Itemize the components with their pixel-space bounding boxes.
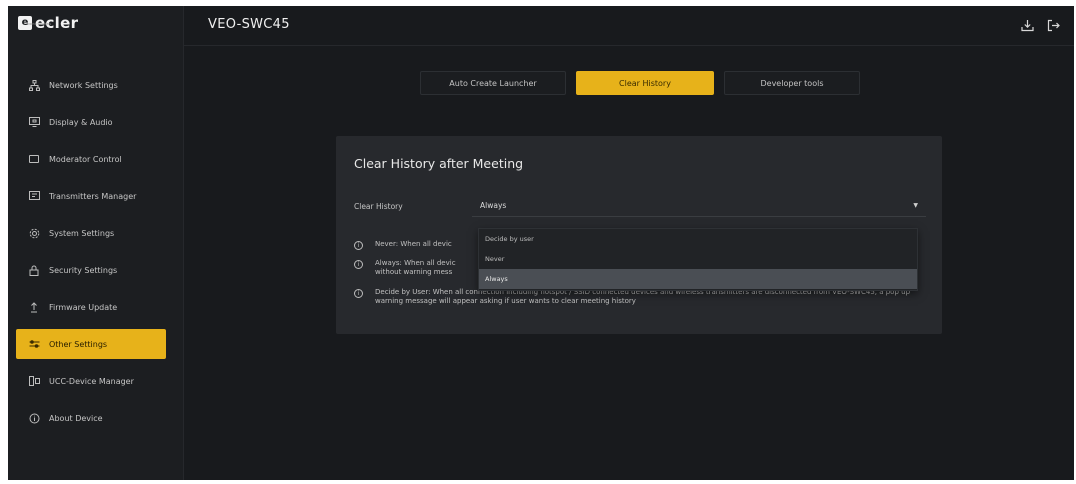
info-circle-icon: i xyxy=(354,260,363,269)
moderator-icon xyxy=(28,153,40,165)
info-text-line2: without warning mess xyxy=(375,268,453,276)
sidebar-item-about-device[interactable]: About Device xyxy=(16,403,166,433)
sidebar-item-moderator-control[interactable]: Moderator Control xyxy=(16,144,166,174)
sidebar-item-label: Network Settings xyxy=(49,80,118,90)
info-text-block: Always: When all devic without warning m… xyxy=(375,259,475,277)
logout-icon[interactable] xyxy=(1046,18,1060,32)
download-icon[interactable] xyxy=(1020,18,1034,32)
upload-icon xyxy=(28,301,40,313)
clear-history-label: Clear History xyxy=(354,202,403,211)
transmitter-icon xyxy=(28,190,40,202)
tab-developer-tools[interactable]: Developer tools xyxy=(724,71,860,95)
lock-icon xyxy=(28,264,40,276)
app-window: e ecler VIDEO SYSTEMS Network Settings D… xyxy=(8,6,1074,480)
top-header: VEO-SWC45 xyxy=(184,6,1074,46)
sliders-icon xyxy=(28,338,40,350)
sidebar-item-label: Display & Audio xyxy=(49,117,113,127)
sidebar-item-label: System Settings xyxy=(49,228,115,238)
sidebar-item-label: Moderator Control xyxy=(49,154,122,164)
sidebar-item-system-settings[interactable]: System Settings xyxy=(16,218,166,248)
display-icon xyxy=(28,116,40,128)
sidebar-item-label: Other Settings xyxy=(49,339,108,349)
info-text: Never: When all devic xyxy=(375,240,452,248)
card-title: Clear History after Meeting xyxy=(354,156,524,171)
sidebar-item-other-settings[interactable]: Other Settings xyxy=(16,329,166,359)
info-circle-icon: i xyxy=(354,289,363,298)
info-icon xyxy=(28,412,40,424)
dropdown-option-never[interactable]: Never xyxy=(479,249,917,269)
settings-tabs: Auto Create Launcher Clear History Devel… xyxy=(420,71,870,95)
info-text: Always: When all devic xyxy=(375,259,456,267)
tab-clear-history[interactable]: Clear History xyxy=(576,71,714,95)
info-circle-icon: i xyxy=(354,241,363,250)
sidebar: e ecler VIDEO SYSTEMS Network Settings D… xyxy=(8,6,184,480)
info-never: i Never: When all devic xyxy=(354,240,475,250)
sidebar-item-label: About Device xyxy=(49,413,103,423)
dropdown-option-decide-by-user[interactable]: Decide by user xyxy=(479,229,917,249)
sidebar-item-firmware-update[interactable]: Firmware Update xyxy=(16,292,166,322)
sidebar-nav: Network Settings Display & Audio Moderat… xyxy=(16,70,166,440)
moderator-box-shape xyxy=(29,155,39,163)
brand-tagline: VIDEO SYSTEMS xyxy=(27,22,52,26)
caret-down-icon: ▼ xyxy=(913,202,918,209)
info-always: i Always: When all devic without warning… xyxy=(354,259,475,277)
sidebar-item-label: Firmware Update xyxy=(49,302,118,312)
sidebar-item-ucc-device-manager[interactable]: UCC-Device Manager xyxy=(16,366,166,396)
header-actions xyxy=(1008,18,1060,32)
sidebar-item-label: UCC-Device Manager xyxy=(49,376,134,386)
network-icon xyxy=(28,79,40,91)
sidebar-item-transmitters-manager[interactable]: Transmitters Manager xyxy=(16,181,166,211)
sidebar-item-display-audio[interactable]: Display & Audio xyxy=(16,107,166,137)
page-title: VEO-SWC45 xyxy=(208,17,290,32)
clear-history-dropdown: Decide by user Never Always xyxy=(478,228,918,291)
dropdown-option-always[interactable]: Always xyxy=(479,269,917,289)
tab-auto-create-launcher[interactable]: Auto Create Launcher xyxy=(420,71,566,95)
sidebar-item-network-settings[interactable]: Network Settings xyxy=(16,70,166,100)
gear-icon xyxy=(28,227,40,239)
select-value: Always xyxy=(480,201,507,210)
clear-history-select[interactable]: Always ▼ xyxy=(472,195,926,217)
sidebar-item-label: Transmitters Manager xyxy=(49,191,137,201)
sidebar-item-label: Security Settings xyxy=(49,265,118,275)
device-icon xyxy=(28,375,40,387)
sidebar-item-security-settings[interactable]: Security Settings xyxy=(16,255,166,285)
